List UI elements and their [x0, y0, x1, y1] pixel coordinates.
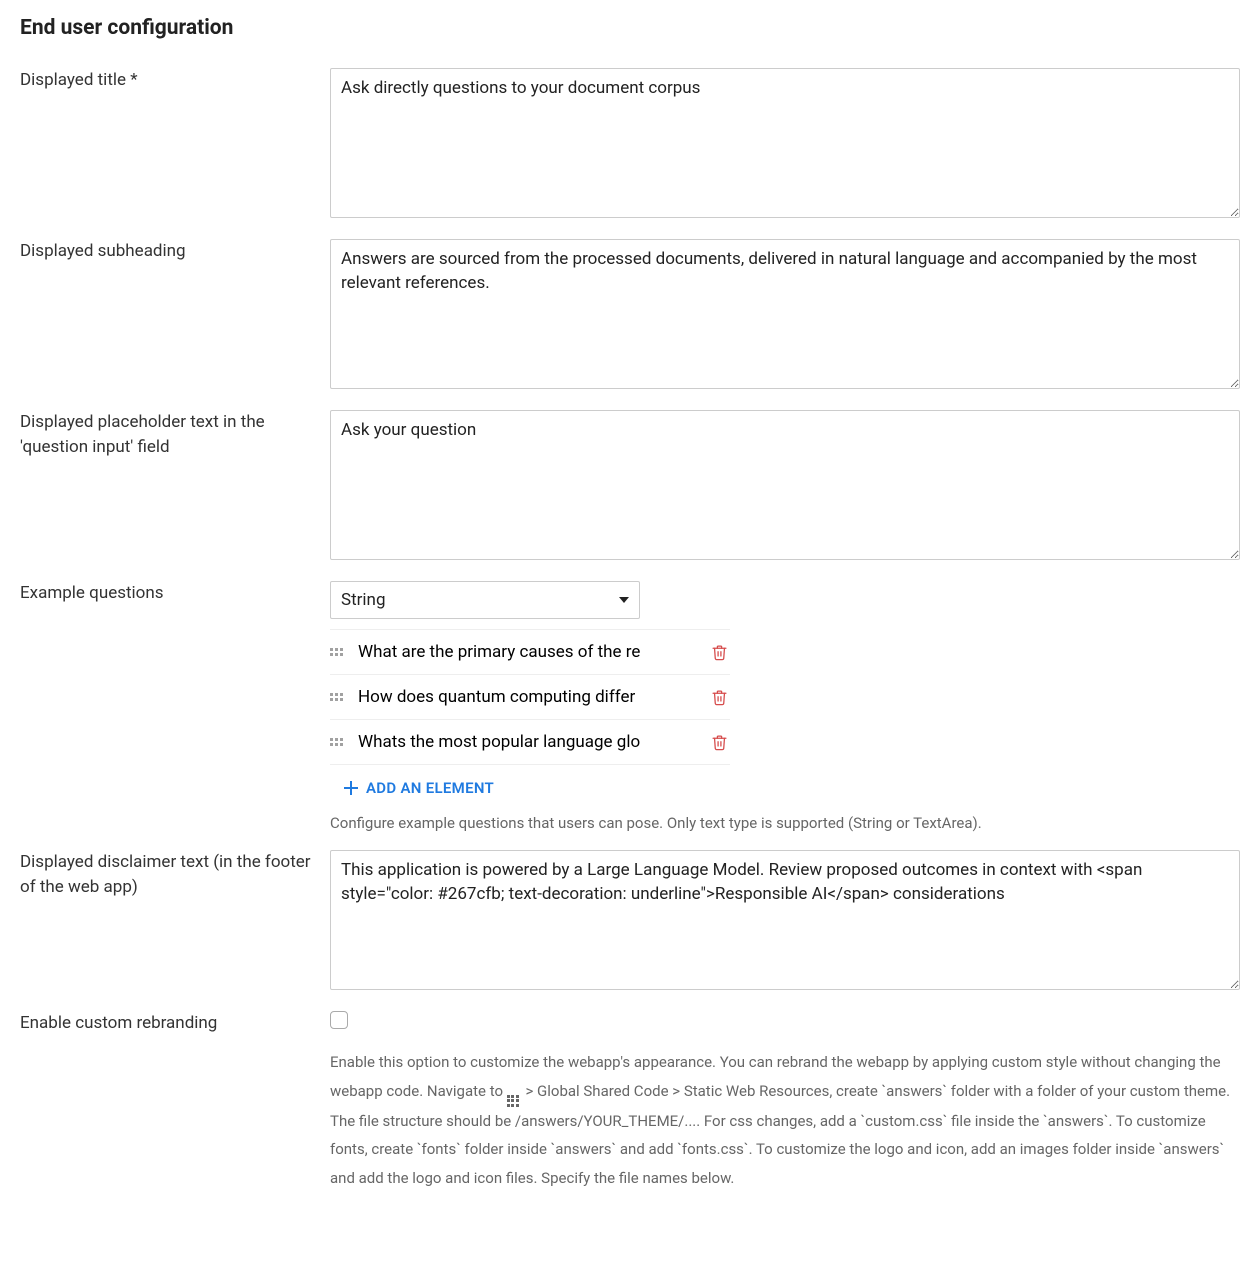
example-questions-label: Example questions [20, 581, 330, 606]
section-title: End user configuration [20, 16, 1240, 40]
drag-handle-icon[interactable] [330, 648, 344, 656]
disclaimer-label: Displayed disclaimer text (in the footer… [20, 850, 330, 899]
trash-icon [711, 734, 728, 751]
drag-handle-icon[interactable] [330, 693, 344, 701]
trash-icon [711, 644, 728, 661]
displayed-subheading-label: Displayed subheading [20, 239, 330, 264]
enable-rebranding-label: Enable custom rebranding [20, 1011, 330, 1036]
plus-icon [344, 781, 358, 795]
displayed-subheading-input[interactable] [330, 239, 1240, 389]
enable-rebranding-help: Enable this option to customize the weba… [330, 1048, 1240, 1192]
example-questions-type-value: String [341, 590, 385, 610]
example-questions-list [330, 629, 730, 765]
placeholder-text-input[interactable] [330, 410, 1240, 560]
displayed-title-input[interactable] [330, 68, 1240, 218]
field-enable-rebranding: Enable custom rebranding Enable this opt… [20, 1011, 1240, 1192]
delete-button[interactable] [708, 731, 730, 753]
delete-button[interactable] [708, 641, 730, 663]
add-element-button[interactable]: ADD AN ELEMENT [330, 765, 494, 801]
field-placeholder-text: Displayed placeholder text in the 'quest… [20, 410, 1240, 565]
example-questions-help: Configure example questions that users c… [330, 813, 1240, 834]
field-example-questions: Example questions String [20, 581, 1240, 834]
add-element-label: ADD AN ELEMENT [366, 779, 494, 797]
chevron-down-icon [619, 597, 629, 603]
list-item [330, 720, 730, 765]
example-question-input[interactable] [358, 730, 672, 754]
trash-icon [711, 689, 728, 706]
example-questions-type-select[interactable]: String [330, 581, 640, 619]
placeholder-text-label: Displayed placeholder text in the 'quest… [20, 410, 330, 459]
field-displayed-subheading: Displayed subheading [20, 239, 1240, 394]
list-item [330, 629, 730, 675]
example-question-input[interactable] [358, 685, 672, 709]
delete-button[interactable] [708, 686, 730, 708]
drag-handle-icon[interactable] [330, 738, 344, 746]
field-disclaimer: Displayed disclaimer text (in the footer… [20, 850, 1240, 995]
displayed-title-label: Displayed title * [20, 68, 330, 93]
apps-grid-icon [507, 1095, 522, 1107]
enable-rebranding-checkbox[interactable] [330, 1011, 348, 1029]
list-item [330, 675, 730, 720]
example-question-input[interactable] [358, 640, 672, 664]
field-displayed-title: Displayed title * [20, 68, 1240, 223]
disclaimer-input[interactable] [330, 850, 1240, 990]
